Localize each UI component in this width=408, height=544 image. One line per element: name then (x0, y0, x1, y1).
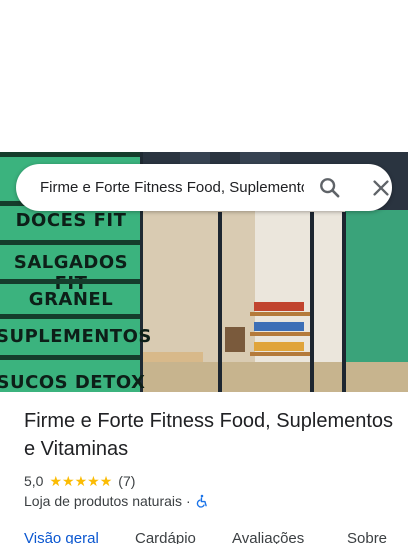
banner-text: SALGADOS FIT (13, 252, 129, 294)
wheelchair-icon[interactable] (195, 494, 209, 508)
tab-avaliacoes[interactable]: Avaliações (232, 530, 304, 544)
star-rating: ★ ★ ★ ★ ★ (49, 474, 112, 488)
star-icon: ★ (87, 473, 100, 489)
place-category[interactable]: Loja de produtos naturais (24, 493, 182, 509)
star-icon: ★ (62, 473, 75, 489)
search-input[interactable]: Firme e Forte Fitness Food, Suplementos … (40, 164, 304, 211)
banner-text: SUPLEMENTOS (0, 326, 152, 347)
rating-value: 5,0 (24, 473, 44, 489)
star-icon: ★ (74, 473, 88, 489)
place-title: Firme e Forte Fitness Food, Suplementos … (24, 410, 394, 460)
banner-text: GRANEL (28, 289, 114, 310)
blank-map-area (0, 0, 408, 152)
tab-sobre[interactable]: Sobre (347, 530, 387, 544)
review-count[interactable]: (7) (118, 473, 135, 489)
close-icon[interactable] (367, 174, 395, 202)
star-icon: ★ (49, 473, 63, 489)
separator-dot: · (186, 493, 191, 509)
search-icon[interactable] (316, 174, 344, 202)
tab-cardapio[interactable]: Cardápio (135, 530, 196, 544)
tab-visao-geral[interactable]: Visão geral (24, 530, 99, 544)
rating-row[interactable]: 5,0 ★ ★ ★ ★ ★ (7) (24, 472, 135, 490)
banner-text: DOCES FIT (15, 210, 127, 231)
banner-text: SUCOS DETOX (0, 372, 146, 392)
category-row: Loja de produtos naturais · (24, 492, 209, 510)
place-tabs: Visão geral Cardápio Avaliações Sobre (0, 530, 408, 544)
search-bar[interactable]: Firme e Forte Fitness Food, Suplementos … (16, 164, 392, 211)
star-icon: ★ (99, 473, 113, 489)
